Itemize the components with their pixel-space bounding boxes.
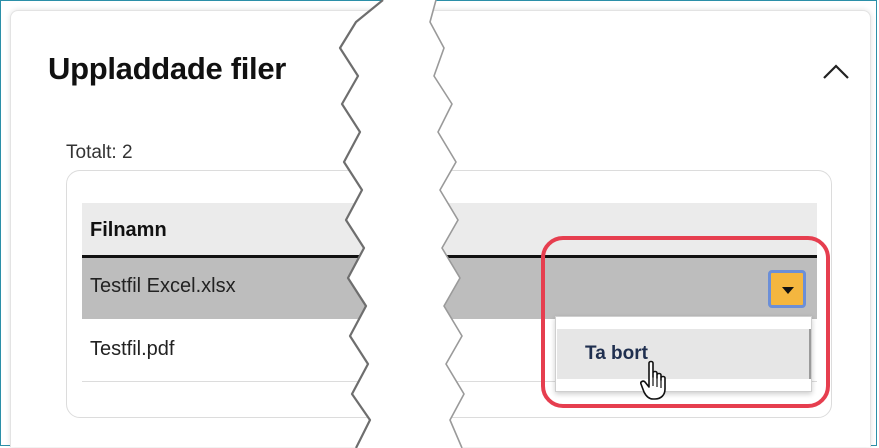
filename-cell: Testfil.pdf: [90, 338, 175, 360]
filename-cell: Testfil Excel.xlsx: [90, 275, 236, 297]
chevron-up-icon: [823, 64, 849, 79]
highlight-outline: [541, 236, 830, 408]
collapse-button[interactable]: [820, 58, 852, 86]
total-count: Totalt: 2: [66, 142, 133, 163]
column-header-filename: Filnamn: [90, 219, 167, 241]
panel-title: Uppladdade filer: [48, 51, 287, 86]
